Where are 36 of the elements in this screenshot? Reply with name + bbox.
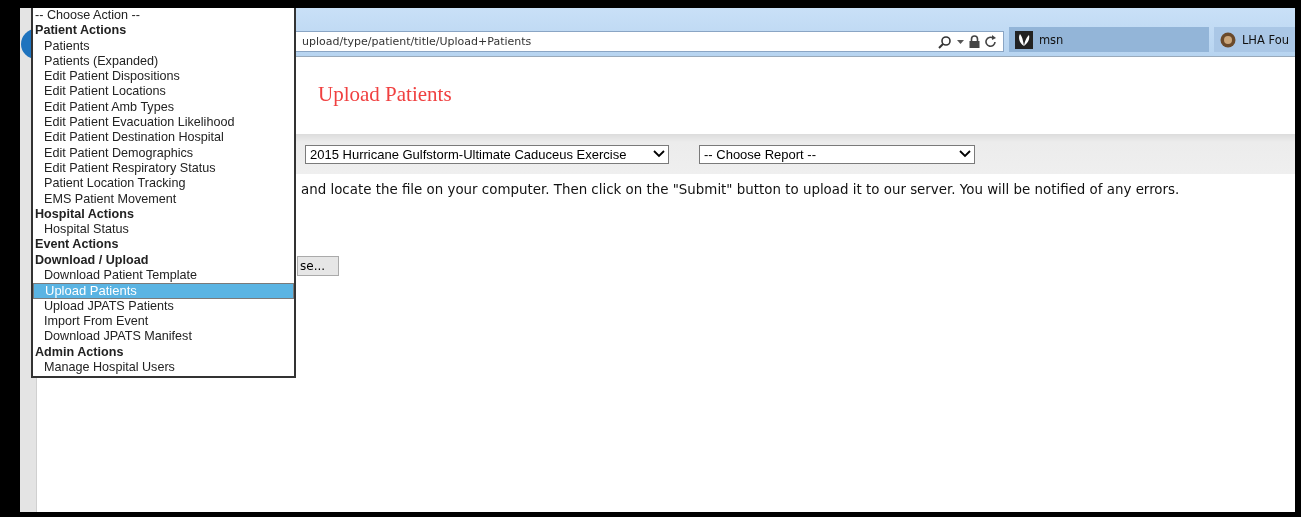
lock-icon [968, 35, 980, 48]
menu-option[interactable]: Edit Patient Evacuation Likelihood [33, 115, 294, 131]
report-select[interactable]: -- Choose Report -- [699, 144, 975, 164]
event-select[interactable]: 2015 Hurricane Gulfstorm-Ultimate Caduceus Exercise [305, 144, 669, 164]
menu-option[interactable]: Edit Patient Respiratory Status [33, 160, 294, 177]
menu-option[interactable]: Edit Patient Destination Hospital [33, 130, 294, 146]
instruction-text: and locate the file on your computer. Then click on the "Submit" button to upload it to our server. You will be notified of any errors. [301, 182, 1181, 197]
chevron-icon [653, 150, 665, 158]
url-text: upload/type/patient/title/Upload+Patients [302, 35, 533, 48]
menu-placeholder[interactable]: -- Choose Action -- [33, 8, 294, 24]
chevron-icon [959, 150, 971, 158]
menu-option[interactable]: Download JPATS Manifest [33, 329, 294, 345]
menu-group-label: Event Actions [34, 237, 120, 253]
caret-icon[interactable] [956, 39, 964, 44]
menu-option[interactable]: Edit Patient Dispositions [33, 69, 294, 85]
menu-option[interactable]: EMS Patient Movement [33, 191, 294, 207]
browser-tab[interactable]: LHA Fou [1213, 27, 1295, 52]
menu-option[interactable]: Download Patient Template [33, 268, 294, 284]
menu-option[interactable]: Import From Event [33, 313, 294, 330]
menu-option[interactable]: Patients (Expanded) [33, 53, 294, 70]
menu-group-label: Admin Actions [34, 344, 125, 360]
menu-option[interactable]: Upload JPATS Patients [33, 298, 294, 314]
menu-group-label: Download / Upload [34, 252, 150, 269]
menu-option[interactable]: Hospital Status [33, 222, 294, 238]
menu-option[interactable]: Patient Location Tracking [33, 176, 294, 192]
site-icon [1219, 31, 1236, 48]
menu-option[interactable]: Edit Patient Demographics [33, 145, 294, 161]
menu-option[interactable]: Edit Patient Amb Types [33, 99, 294, 116]
browse-button[interactable]: se... [297, 256, 339, 276]
menu-option[interactable]: Edit Patient Locations [33, 84, 294, 100]
page-title: Upload Patients [318, 82, 453, 108]
menu-group-label: Hospital Actions [34, 206, 135, 223]
search-icon[interactable] [937, 34, 952, 49]
refresh-icon[interactable] [984, 35, 997, 48]
browser-tab[interactable]: msn [1008, 27, 1209, 52]
menu-option[interactable]: Manage Hospital Users [33, 359, 294, 376]
